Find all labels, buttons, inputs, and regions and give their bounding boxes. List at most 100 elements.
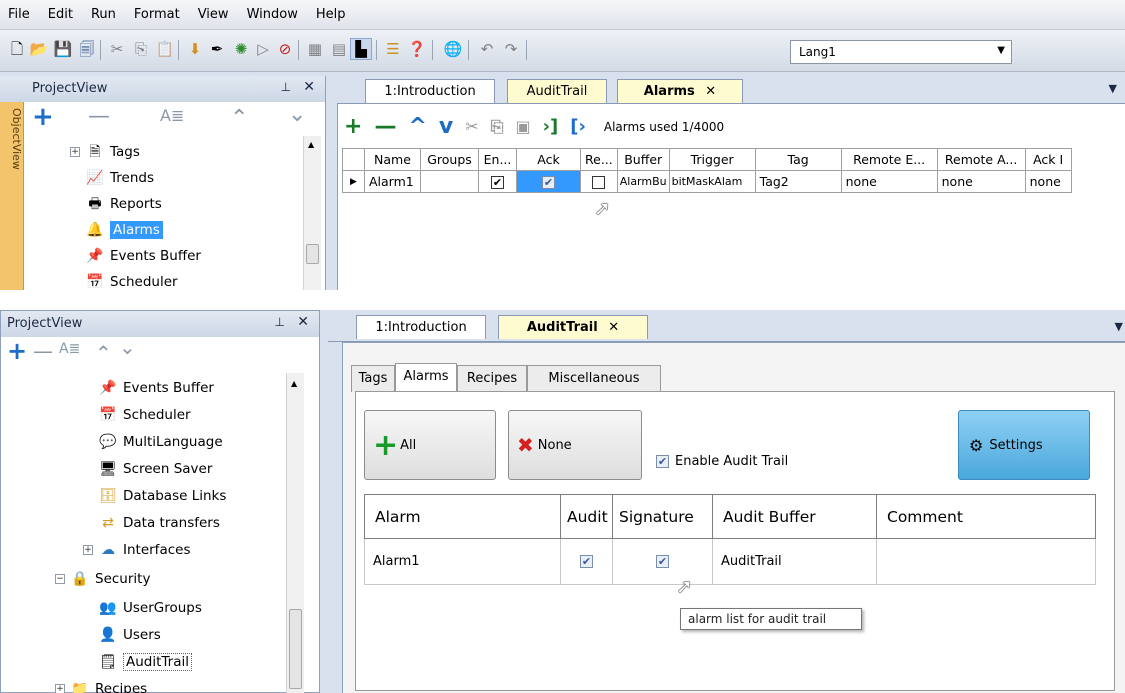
- expand-icon[interactable]: +: [55, 684, 65, 693]
- move-up-icon[interactable]: ⌃: [230, 106, 248, 131]
- tab-list-icon[interactable]: ▼: [1109, 82, 1117, 95]
- tree-item-interfaces[interactable]: + ☁ Interfaces: [83, 538, 190, 562]
- menu-file[interactable]: File: [8, 7, 30, 22]
- col-ack-i[interactable]: Ack I: [1024, 148, 1072, 171]
- new-file-icon[interactable]: 🗋: [6, 38, 28, 60]
- col-remote-a[interactable]: Remote A...: [936, 148, 1026, 171]
- pin-icon[interactable]: ⊥: [275, 315, 285, 329]
- tree-item-screen-saver[interactable]: 🖥 Screen Saver: [99, 457, 212, 481]
- language-select[interactable]: Lang1 ▼: [790, 40, 1012, 64]
- download-icon[interactable]: ⬇: [184, 38, 206, 60]
- align-icon[interactable]: ▤: [328, 38, 350, 60]
- tree-item-reports[interactable]: 🖶 Reports: [86, 192, 161, 216]
- move-up-icon[interactable]: ^: [408, 114, 426, 139]
- tree-scrollbar[interactable]: ▲: [286, 373, 304, 693]
- tree-item-users[interactable]: 👤 Users: [99, 623, 161, 647]
- col-name[interactable]: Name: [364, 148, 421, 171]
- expand-icon[interactable]: +: [83, 545, 93, 555]
- tree-item-security[interactable]: − 🔒 Security: [55, 567, 150, 591]
- copy-icon[interactable]: ⎘: [130, 38, 152, 60]
- pin-icon[interactable]: ⊥: [281, 80, 291, 94]
- tree-item-recipes[interactable]: + 📁 Recipes: [55, 677, 147, 693]
- expand-icon[interactable]: +: [70, 147, 80, 157]
- tree-item-scheduler[interactable]: 📅 Scheduler: [99, 403, 190, 427]
- cell-remote-e[interactable]: none: [840, 170, 938, 193]
- globe-icon[interactable]: 🌐: [442, 38, 464, 60]
- remove-alarm-icon[interactable]: —: [374, 114, 396, 139]
- menu-help[interactable]: Help: [316, 7, 346, 22]
- tree-item-tags[interactable]: + 🗎 Tags: [70, 140, 140, 164]
- import-icon[interactable]: ›]: [543, 116, 559, 137]
- menu-window[interactable]: Window: [247, 7, 298, 22]
- object-view-tab[interactable]: ObjectView: [0, 102, 24, 290]
- ack-checkbox[interactable]: ✔: [542, 176, 555, 189]
- tree-item-scheduler[interactable]: 📅 Scheduler: [86, 270, 177, 290]
- subtab-alarms[interactable]: Alarms: [395, 363, 457, 392]
- reset-checkbox[interactable]: [592, 176, 606, 189]
- tab-audittrail[interactable]: AuditTrail: [507, 79, 607, 103]
- export-icon[interactable]: [›: [570, 116, 586, 137]
- subtab-miscellaneous[interactable]: Miscellaneous: [527, 365, 661, 392]
- cell-buffer[interactable]: AlarmBu: [616, 170, 670, 193]
- col-trigger[interactable]: Trigger: [668, 148, 756, 171]
- cell-enabled[interactable]: ✔: [478, 170, 517, 193]
- cut-icon[interactable]: ✂: [465, 117, 478, 136]
- snap-icon[interactable]: ▙: [350, 38, 372, 60]
- paste-icon[interactable]: 📋: [154, 38, 176, 60]
- cut-icon[interactable]: ✂: [106, 38, 128, 60]
- cell-audit[interactable]: ✔: [560, 538, 613, 585]
- enable-audit-trail-checkbox[interactable]: ✔: [656, 455, 669, 468]
- table-row[interactable]: ▶ Alarm1 ✔ ✔ AlarmBu bitMaskAlam Tag2 no…: [342, 170, 1072, 193]
- add-icon[interactable]: +: [7, 337, 27, 365]
- tree-item-database-links[interactable]: 🗄 Database Links: [99, 484, 226, 508]
- close-icon[interactable]: ✕: [297, 314, 309, 330]
- scroll-thumb[interactable]: [306, 244, 319, 264]
- cell-reset[interactable]: [580, 170, 618, 193]
- debug-icon[interactable]: ✺: [230, 38, 252, 60]
- tree-item-multilanguage[interactable]: 💬 MultiLanguage: [99, 430, 222, 454]
- save-all-icon[interactable]: 🗐: [76, 38, 98, 60]
- tab-introduction[interactable]: 1:Introduction: [365, 79, 495, 103]
- col-enabled[interactable]: En...: [478, 148, 517, 171]
- col-groups[interactable]: Groups: [420, 148, 479, 171]
- cell-signature[interactable]: ✔: [612, 538, 713, 585]
- table-row[interactable]: Alarm1 ✔ ✔ AuditTrail: [364, 538, 1096, 585]
- scroll-up-icon[interactable]: ▲: [308, 140, 314, 149]
- remove-icon[interactable]: —: [33, 339, 53, 363]
- col-tag[interactable]: Tag: [754, 148, 842, 171]
- tree-item-audittrail[interactable]: 🗒 AuditTrail: [99, 650, 192, 674]
- close-icon[interactable]: ✕: [303, 79, 315, 95]
- enable-audit-trail-option[interactable]: ✔ Enable Audit Trail: [656, 454, 788, 469]
- signature-checkbox[interactable]: ✔: [656, 555, 669, 568]
- collapse-icon[interactable]: −: [55, 574, 65, 584]
- menu-view[interactable]: View: [198, 7, 229, 22]
- tree-scrollbar[interactable]: ▲: [303, 136, 321, 290]
- tree-item-data-transfers[interactable]: ⇄ Data transfers: [99, 511, 220, 535]
- cell-tag[interactable]: Tag2: [754, 170, 842, 193]
- tab-introduction[interactable]: 1:Introduction: [356, 315, 486, 339]
- tree-item-alarms[interactable]: 🔔 Alarms: [86, 218, 163, 242]
- remove-icon[interactable]: —: [88, 104, 110, 129]
- scroll-up-icon[interactable]: ▲: [291, 379, 297, 388]
- tab-list-icon[interactable]: ▼: [1115, 320, 1123, 333]
- tree-item-events-buffer[interactable]: 📌 Events Buffer: [99, 376, 214, 400]
- cell-audit-buffer[interactable]: AuditTrail: [712, 538, 877, 585]
- scroll-thumb[interactable]: [289, 609, 302, 689]
- cell-remote-a[interactable]: none: [936, 170, 1026, 193]
- tree-item-usergroups[interactable]: 👥 UserGroups: [99, 596, 202, 620]
- paste-icon[interactable]: ▣: [515, 117, 530, 136]
- undo-icon[interactable]: ↶: [476, 38, 498, 60]
- tree-item-events-buffer[interactable]: 📌 Events Buffer: [86, 244, 201, 268]
- move-down-icon[interactable]: ⌄: [119, 335, 136, 359]
- enabled-checkbox[interactable]: ✔: [491, 176, 504, 189]
- tab-alarms[interactable]: Alarms ✕: [617, 79, 743, 103]
- col-reset[interactable]: Re...: [580, 148, 618, 171]
- close-tab-icon[interactable]: ✕: [705, 84, 716, 99]
- move-down-icon[interactable]: ⌄: [288, 102, 306, 127]
- stop-icon[interactable]: ⊘: [274, 38, 296, 60]
- menu-edit[interactable]: Edit: [48, 7, 73, 22]
- add-alarm-icon[interactable]: +: [344, 114, 362, 139]
- properties-icon[interactable]: ☰: [382, 38, 404, 60]
- move-up-icon[interactable]: ⌃: [95, 341, 112, 365]
- help-icon[interactable]: ❓: [406, 38, 428, 60]
